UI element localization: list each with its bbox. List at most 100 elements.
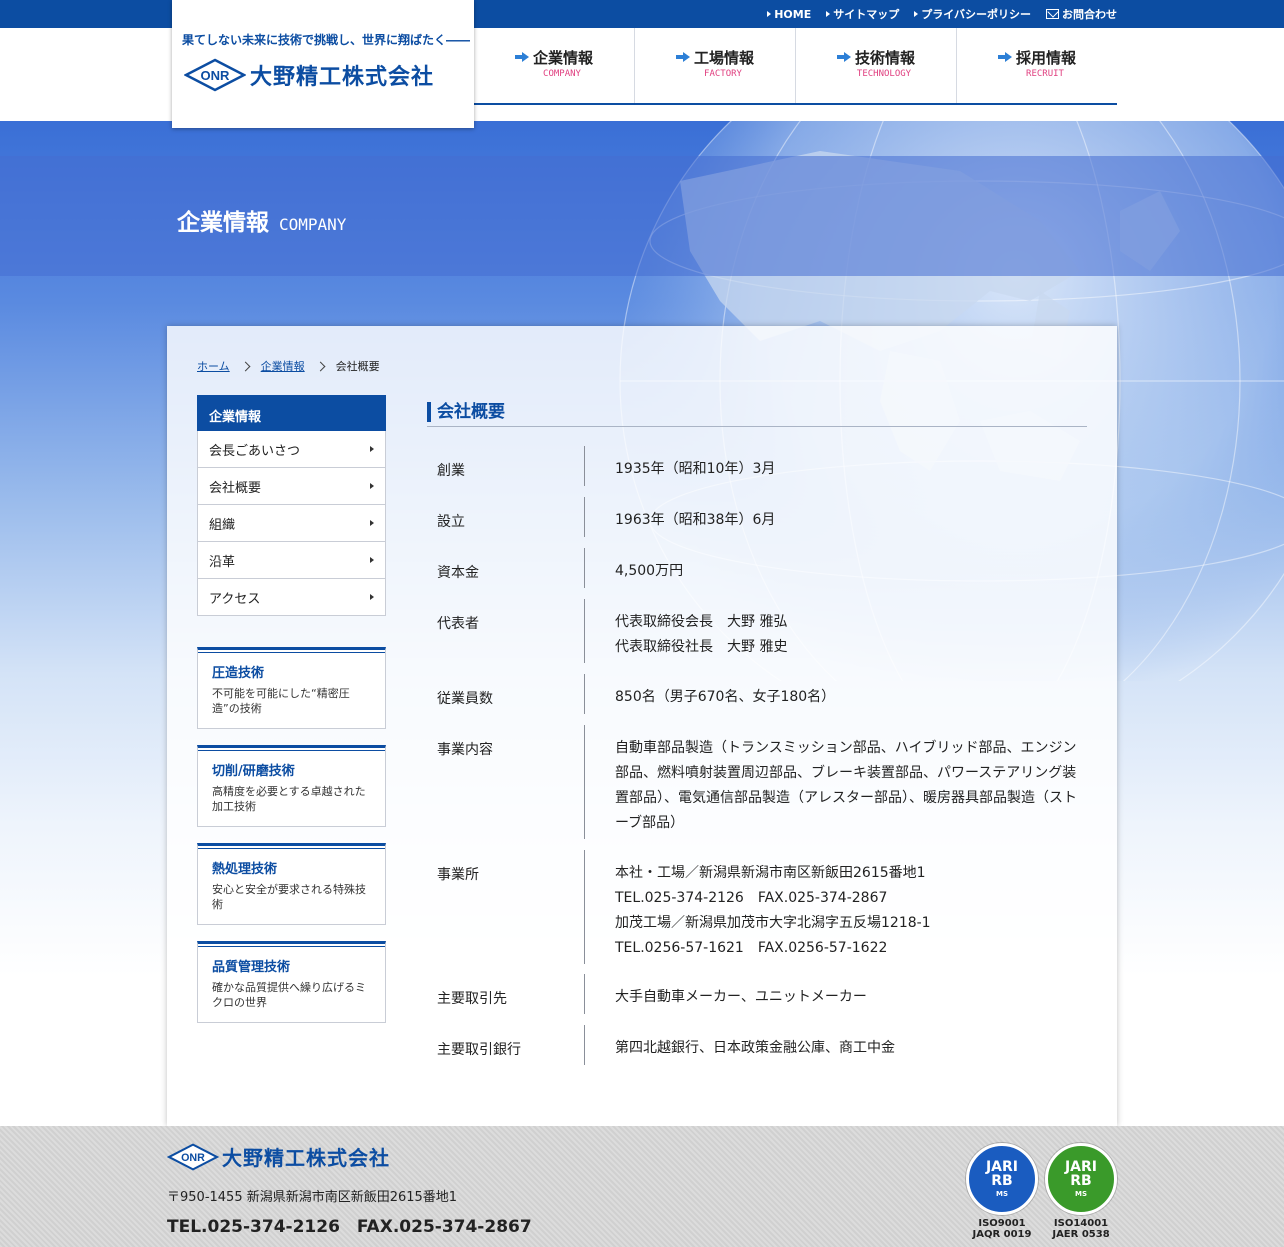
row-label: 設立 [427,497,585,537]
table-row: 資本金 4,500万円 [427,548,1087,588]
sidebar-item-greeting[interactable]: 会長ごあいさつ [197,431,386,468]
breadcrumb-current: 会社概要 [335,360,380,373]
onr-logo-icon: ONR [167,1142,219,1171]
tech-card-quality[interactable]: 品質管理技術 確かな品質提供へ繰り広げるミクロの世界 [197,941,386,1023]
top-link-label: お問合わせ [1062,8,1117,21]
row-value: 1963年（昭和38年）6月 [615,512,776,528]
table-row: 主要取引先 大手自動車メーカー、ユニットメーカー [427,974,1087,1014]
tech-card-desc: 確かな品質提供へ繰り広げるミクロの世界 [212,981,366,1009]
tech-card-forging[interactable]: 圧造技術 不可能を可能にした“精密圧造”の技術 [197,647,386,729]
triangle-right-icon [370,520,374,526]
sidebar-item-label: 会社概要 [209,480,262,496]
triangle-right-icon [370,557,374,563]
row-label: 従業員数 [427,674,585,714]
arrow-right-icon [675,52,690,62]
triangle-right-icon [370,483,374,489]
cert-label: ISO14001 JAER 0538 [1052,1218,1110,1240]
sidebar-heading[interactable]: 企業情報 [197,395,386,431]
nav-technology[interactable]: 技術情報 TECHNOLOGY [796,28,957,103]
arrow-right-icon [836,52,851,62]
breadcrumb-company[interactable]: 企業情報 [261,358,305,374]
footer-tel: TEL.025-374-2126 FAX.025-374-2867 [167,1217,532,1237]
table-row: 主要取引銀行 第四北越銀行、日本政策金融公庫、商工中金 [427,1025,1087,1065]
nav-label-en: RECRUIT [1026,68,1064,79]
page-title-jp: 企業情報 [177,210,269,236]
tech-card-heat[interactable]: 熱処理技術 安心と安全が要求される特殊技術 [197,843,386,925]
global-nav: 企業情報 COMPANY 工場情報 FACTORY 技術情報 TECHNOLOG… [474,28,1117,105]
sidebar-item-overview[interactable]: 会社概要 [197,468,386,505]
nav-label-en: FACTORY [704,68,742,79]
triangle-right-icon [370,446,374,452]
triangle-icon [826,11,831,17]
row-label: 事業所 [427,850,585,964]
company-name: 大野精工株式会社 [250,65,435,90]
nav-factory[interactable]: 工場情報 FACTORY [635,28,796,103]
tech-card-title: 品質管理技術 [212,960,291,975]
sidebar: 企業情報 会長ごあいさつ 会社概要 組織 沿革 アクセス [197,395,386,616]
footer-company-name: 大野精工株式会社 [222,1146,390,1170]
cert-label: ISO9001 JAQR 0019 [972,1218,1032,1240]
triangle-icon [767,11,772,17]
nav-company[interactable]: 企業情報 COMPANY [474,28,635,103]
row-value: 850名（男子670名、女子180名） [615,689,836,705]
tech-card-title: 圧造技術 [212,666,265,681]
triangle-right-icon [370,594,374,600]
page-title: 企業情報 COMPANY [177,203,346,237]
page-title-en: COMPANY [279,215,347,234]
nav-label-jp: 工場情報 [693,48,754,67]
row-value: 本社・工場／新潟県新潟市南区新飯田2615番地1 TEL.025-374-212… [615,865,931,956]
tech-card-title: 熱処理技術 [212,862,278,877]
top-link-label: HOME [774,7,812,21]
row-label: 主要取引銀行 [427,1025,585,1065]
chevron-right-icon [315,361,326,371]
top-link-sitemap[interactable]: サイトマップ [826,6,899,22]
logo-box[interactable]: 果てしない未来に技術で挑戦し、世界に翔ばたく―― ONR 大野精工株式会社 [172,0,474,128]
table-row: 設立 1963年（昭和38年）6月 [427,497,1087,537]
tech-card-desc: 高精度を必要とする卓越された加工技術 [212,785,366,813]
nav-label-en: COMPANY [543,68,581,79]
top-link-label: サイトマップ [833,8,900,21]
svg-text:ONR: ONR [181,1152,205,1164]
footer-logo[interactable]: ONR 大野精工株式会社 [167,1142,390,1171]
row-label: 事業内容 [427,725,585,839]
sidebar-item-access[interactable]: アクセス [197,579,386,616]
row-value: 大手自動車メーカー、ユニットメーカー [615,989,867,1005]
sidebar-item-label: 沿革 [209,554,236,570]
mail-icon [1046,9,1059,19]
sidebar-item-label: 組織 [209,517,236,533]
sidebar-item-history[interactable]: 沿革 [197,542,386,579]
nav-label-en: TECHNOLOGY [856,68,912,79]
nav-recruit[interactable]: 採用情報 RECRUIT [957,28,1117,103]
top-links: HOME サイトマップ プライバシーポリシー お問合わせ [767,0,1117,28]
main-panel: ホーム 企業情報 会社概要 企業情報 会長ごあいさつ 会社概要 組織 沿革 アク… [167,326,1117,1126]
table-row: 従業員数 850名（男子670名、女子180名） [427,674,1087,714]
breadcrumb-home[interactable]: ホーム [197,358,230,374]
jari-badge-icon: JARI RB MS [1045,1143,1117,1215]
row-label: 代表者 [427,599,585,663]
triangle-icon [914,11,919,17]
row-value: 第四北越銀行、日本政策金融公庫、商工中金 [615,1040,895,1056]
logo[interactable]: ONR 大野精工株式会社 [184,58,434,92]
arrow-right-icon [997,52,1012,62]
nav-label-jp: 企業情報 [532,48,593,67]
table-row: 代表者 代表取締役会長 大野 雅弘 代表取締役社長 大野 雅史 [427,599,1087,663]
sidebar-item-label: アクセス [209,591,261,607]
content-area: 会社概要 創業 1935年（昭和10年）3月 設立 1963年（昭和38年）6月 資… [427,402,1087,1065]
row-label: 主要取引先 [427,974,585,1014]
tech-card-title: 切削/研磨技術 [212,764,295,779]
tech-card-desc: 不可能を可能にした“精密圧造”の技術 [212,687,350,715]
section-heading: 会社概要 [427,402,1087,422]
top-link-home[interactable]: HOME [767,8,811,21]
top-link-privacy[interactable]: プライバシーポリシー [914,6,1031,22]
nav-label-jp: 技術情報 [854,48,915,67]
arrow-right-icon [514,52,529,62]
row-value: 1935年（昭和10年）3月 [615,461,776,477]
tech-card-cutting[interactable]: 切削/研磨技術 高精度を必要とする卓越された加工技術 [197,745,386,827]
divider [427,426,1087,427]
tagline: 果てしない未来に技術で挑戦し、世界に翔ばたく―― [182,33,471,47]
sidebar-item-organization[interactable]: 組織 [197,505,386,542]
breadcrumb: ホーム 企業情報 会社概要 [197,358,380,374]
table-row: 事業内容 自動車部品製造（トランスミッション部品、ハイブリッド部品、エンジン部品、… [427,725,1087,839]
top-link-contact[interactable]: お問合わせ [1046,6,1117,22]
cert-iso14001: JARI RB MS ISO14001 JAER 0538 [1045,1143,1117,1240]
